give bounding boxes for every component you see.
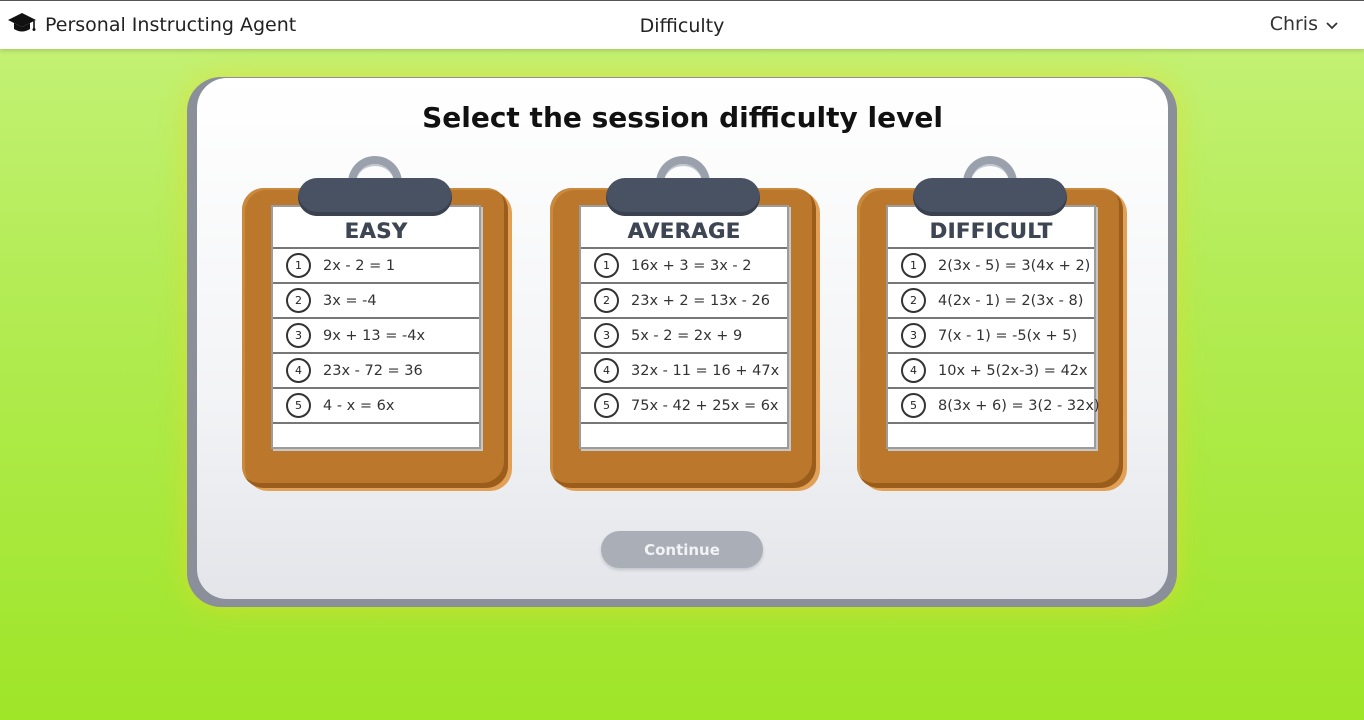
equation: 5x - 2 = 2x + 9	[631, 327, 743, 344]
list-item: 4 32x - 11 = 16 + 47x	[581, 354, 787, 389]
item-number: 5	[901, 393, 926, 418]
item-number: 2	[286, 288, 311, 313]
continue-button[interactable]: Continue	[601, 531, 763, 568]
item-number: 1	[286, 253, 311, 278]
equation: 4(2x - 1) = 2(3x - 8)	[938, 292, 1084, 309]
item-number: 5	[594, 393, 619, 418]
equation: 7(x - 1) = -5(x + 5)	[938, 327, 1078, 344]
difficulty-card-difficult[interactable]: DIFFICULT 1 2(3x - 5) = 3(4x + 2) 2 4(2x -…	[857, 156, 1127, 492]
difficulty-card-average[interactable]: AVERAGE 1 16x + 3 = 3x - 2 2 23x + 2 = 13x…	[550, 156, 820, 492]
clip-bar	[298, 178, 452, 216]
clip-bar	[606, 178, 760, 216]
equation: 23x - 72 = 36	[323, 362, 423, 379]
list-item: 1 2(3x - 5) = 3(4x + 2)	[888, 249, 1094, 284]
list-item: 4 10x + 5(2x-3) = 42x	[888, 354, 1094, 389]
list-item: 4 23x - 72 = 36	[273, 354, 479, 389]
equation: 75x - 42 + 25x = 6x	[631, 397, 779, 414]
equation: 2x - 2 = 1	[323, 257, 396, 274]
equation: 23x + 2 = 13x - 26	[631, 292, 770, 309]
list-item: 1 2x - 2 = 1	[273, 249, 479, 284]
user-menu[interactable]: Chris	[1270, 13, 1338, 35]
item-number: 4	[594, 358, 619, 383]
list-item: 2 4(2x - 1) = 2(3x - 8)	[888, 284, 1094, 319]
clip-bar	[913, 178, 1067, 216]
equation: 8(3x + 6) = 3(2 - 32x)	[938, 397, 1100, 414]
equation: 2(3x - 5) = 3(4x + 2)	[938, 257, 1091, 274]
list-item: 5 4 - x = 6x	[273, 389, 479, 424]
list-item: 3 5x - 2 = 2x + 9	[581, 319, 787, 354]
list-item: 2 23x + 2 = 13x - 26	[581, 284, 787, 319]
equation: 3x = -4	[323, 292, 377, 309]
item-number: 3	[286, 323, 311, 348]
list-item: 2 3x = -4	[273, 284, 479, 319]
page-title: Difficulty	[639, 15, 725, 37]
item-number: 3	[901, 323, 926, 348]
equation: 16x + 3 = 3x - 2	[631, 257, 752, 274]
difficulty-card-easy[interactable]: EASY 1 2x - 2 = 1 2 3x = -4 3 9x + 13 = -4x…	[242, 156, 512, 492]
clipboard-paper: DIFFICULT 1 2(3x - 5) = 3(4x + 2) 2 4(2x -…	[886, 205, 1100, 449]
item-number: 5	[286, 393, 311, 418]
user-name: Chris	[1269, 13, 1318, 35]
item-number: 4	[901, 358, 926, 383]
item-number: 4	[286, 358, 311, 383]
equation: 10x + 5(2x-3) = 42x	[938, 362, 1088, 379]
equation: 32x - 11 = 16 + 47x	[631, 362, 780, 379]
item-number: 1	[901, 253, 926, 278]
list-item: 3 7(x - 1) = -5(x + 5)	[888, 319, 1094, 354]
list-item: 5 75x - 42 + 25x = 6x	[581, 389, 787, 424]
item-number: 3	[594, 323, 619, 348]
equation: 9x + 13 = -4x	[323, 327, 426, 344]
equation: 4 - x = 6x	[323, 397, 395, 414]
chevron-down-icon	[1326, 15, 1338, 34]
panel-heading: Select the session difficulty level	[422, 101, 943, 134]
item-number: 1	[594, 253, 619, 278]
clipboard-paper: EASY 1 2x - 2 = 1 2 3x = -4 3 9x + 13 = -4x…	[271, 205, 481, 449]
top-bar: Personal Instructing Agent Difficulty Ch…	[0, 0, 1364, 49]
list-item: 3 9x + 13 = -4x	[273, 319, 479, 354]
item-number: 2	[594, 288, 619, 313]
clipboard-paper: AVERAGE 1 16x + 3 = 3x - 2 2 23x + 2 = 13x…	[579, 205, 789, 449]
list-item: 1 16x + 3 = 3x - 2	[581, 249, 787, 284]
item-number: 2	[901, 288, 926, 313]
list-item: 5 8(3x + 6) = 3(2 - 32x)	[888, 389, 1100, 424]
